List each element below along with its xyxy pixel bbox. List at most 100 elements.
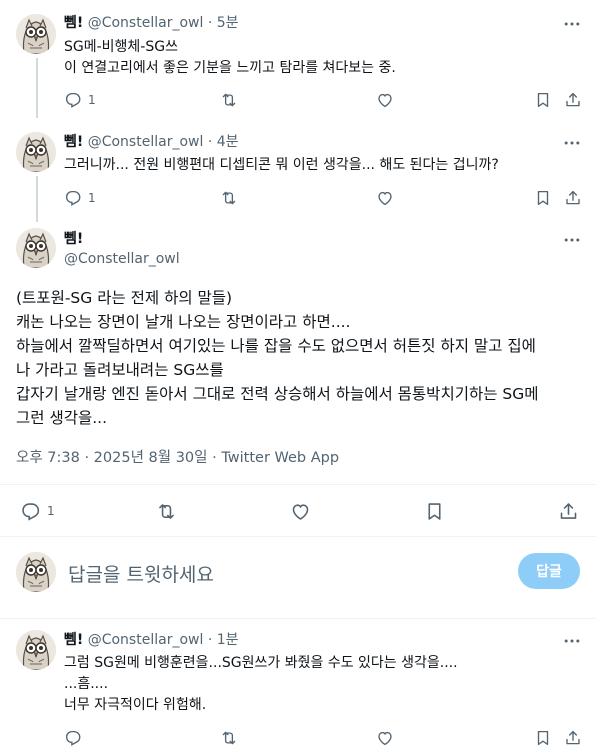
main-tweet-actions: 1 — [0, 498, 596, 524]
tweet-timestamp-meta[interactable]: 오후 7:38 · 2025년 8월 30일 · Twitter Web App — [16, 446, 339, 467]
divider — [0, 484, 596, 485]
share-button[interactable] — [564, 88, 582, 112]
tweet-text-line: 그러니까... 전원 비행편대 디셉티콘 뭐 이런 생각을... 해도 된다는 … — [64, 157, 499, 173]
display-name[interactable]: 뻼! — [64, 632, 83, 648]
handle[interactable]: @Constellar_owl — [88, 632, 204, 648]
bookmark-icon — [424, 501, 445, 522]
divider — [0, 536, 596, 537]
like-button[interactable] — [376, 88, 394, 112]
more-icon[interactable] — [562, 14, 582, 34]
avatar[interactable] — [16, 630, 56, 670]
handle[interactable]: @Constellar_owl — [64, 250, 180, 268]
main-tweet-line: 그런 생각을... — [16, 409, 108, 427]
tweet-header: 뻼! @Constellar_owl — [64, 230, 180, 268]
thread-line — [36, 58, 38, 118]
bookmark-button[interactable] — [534, 726, 552, 746]
like-icon — [290, 501, 311, 522]
bookmark-icon — [534, 729, 552, 746]
owl-avatar-icon — [16, 552, 56, 592]
reply-icon — [64, 729, 82, 746]
like-button[interactable] — [376, 726, 394, 746]
tweet-actions: 1 — [58, 88, 588, 112]
owl-avatar-icon — [16, 630, 56, 670]
share-icon — [564, 729, 582, 746]
reply-button[interactable]: 1 — [64, 186, 96, 210]
reply-count: 1 — [47, 504, 55, 518]
tweet-actions: 1 — [58, 186, 588, 210]
reply-button[interactable]: 1 — [20, 498, 55, 524]
retweet-button[interactable] — [156, 498, 177, 524]
retweet-icon — [220, 189, 238, 207]
tweet-text-line: SG메-비행체-SG쓰 — [64, 39, 178, 55]
tweet-text-line: 너무 자극적이다 위험해. — [64, 697, 207, 713]
avatar[interactable] — [16, 14, 56, 54]
share-button[interactable] — [558, 498, 579, 524]
share-button[interactable] — [564, 726, 582, 746]
thread-tweet-2[interactable]: 뻼! @Constellar_owl · 4분 그러니까... 전원 비행편대 … — [0, 120, 596, 222]
owl-avatar-icon — [16, 228, 56, 268]
bookmark-icon — [534, 189, 552, 207]
like-icon — [376, 189, 394, 207]
like-icon — [376, 91, 394, 109]
tweet-header: 뻼! @Constellar_owl · 5분 — [64, 14, 239, 32]
separator-dot: · — [207, 632, 213, 648]
handle[interactable]: @Constellar_owl — [88, 15, 204, 31]
like-button[interactable] — [376, 186, 394, 210]
reply-button[interactable] — [64, 726, 82, 746]
reply-button[interactable]: 1 — [64, 88, 96, 112]
reply-input[interactable]: 답글을 트윗하세요 — [68, 560, 214, 587]
reply-count: 1 — [88, 191, 96, 205]
reply-icon — [64, 189, 82, 207]
reply-count: 1 — [88, 93, 96, 107]
share-icon — [558, 501, 579, 522]
retweet-button[interactable] — [220, 186, 238, 210]
reply-icon — [20, 501, 41, 522]
bookmark-button[interactable] — [424, 498, 445, 524]
display-name[interactable]: 뻼! — [64, 15, 83, 31]
more-icon[interactable] — [562, 133, 582, 153]
owl-avatar-icon — [16, 14, 56, 54]
display-name[interactable]: 뻼! — [64, 134, 83, 150]
reply-composer: 답글을 트윗하세요 답글 — [0, 538, 596, 608]
main-tweet-line: 갑자기 날개랑 엔진 돋아서 그대로 전력 상승해서 하늘에서 몸통박치기하는 … — [16, 385, 539, 403]
thread-line — [36, 176, 38, 222]
avatar[interactable] — [16, 228, 56, 268]
tweet-text-line: 이 연결고리에서 좋은 기분을 느끼고 탐라를 쳐다보는 중. — [64, 60, 396, 76]
timestamp[interactable]: 4분 — [217, 134, 239, 150]
share-button[interactable] — [564, 186, 582, 210]
tweet-header: 뻼! @Constellar_owl · 4분 — [64, 133, 239, 151]
main-tweet-line: 캐논 나오는 장면이 날개 나오는 장면이라고 하면.... — [16, 313, 351, 331]
avatar[interactable] — [16, 132, 56, 172]
retweet-button[interactable] — [220, 726, 238, 746]
separator-dot: · — [207, 15, 213, 31]
bookmark-button[interactable] — [534, 88, 552, 112]
main-tweet-line: (트포원-SG 라는 전제 하의 말들) — [16, 289, 233, 307]
retweet-button[interactable] — [220, 88, 238, 112]
more-icon[interactable] — [562, 230, 582, 250]
timestamp[interactable]: 1분 — [217, 632, 239, 648]
share-icon — [564, 189, 582, 207]
separator-dot: · — [207, 134, 213, 150]
retweet-icon — [220, 729, 238, 746]
retweet-icon — [156, 501, 177, 522]
timestamp[interactable]: 5분 — [217, 15, 239, 31]
tweet-actions — [58, 726, 588, 746]
avatar — [16, 552, 56, 592]
main-tweet-line: 하늘에서 깔짝딜하면서 여기있는 나를 잡을 수도 없으면서 허튼짓 하지 말고… — [16, 337, 536, 355]
handle[interactable]: @Constellar_owl — [88, 134, 204, 150]
reply-icon — [64, 91, 82, 109]
reply-tweet[interactable]: 뻼! @Constellar_owl · 1분 그럼 SG원메 비행훈련을...… — [0, 618, 596, 746]
share-icon — [564, 91, 582, 109]
thread-tweet-1[interactable]: 뻼! @Constellar_owl · 5분 SG메-비행체-SG쓰 이 연결… — [0, 0, 596, 120]
bookmark-icon — [534, 91, 552, 109]
tweet-text-line: 그럼 SG원메 비행훈련을...SG원쓰가 봐줬을 수도 있다는 생각을.... — [64, 655, 458, 671]
like-button[interactable] — [290, 498, 311, 524]
more-icon[interactable] — [562, 631, 582, 651]
bookmark-button[interactable] — [534, 186, 552, 210]
display-name[interactable]: 뻼! — [64, 230, 180, 248]
reply-submit-button[interactable]: 답글 — [518, 553, 580, 589]
tweet-text-line: ...흠.... — [64, 676, 109, 692]
tweet-header: 뻼! @Constellar_owl · 1분 — [64, 631, 239, 649]
like-icon — [376, 729, 394, 746]
main-tweet-line: 나 가라고 돌려보내려는 SG쓰를 — [16, 361, 224, 379]
